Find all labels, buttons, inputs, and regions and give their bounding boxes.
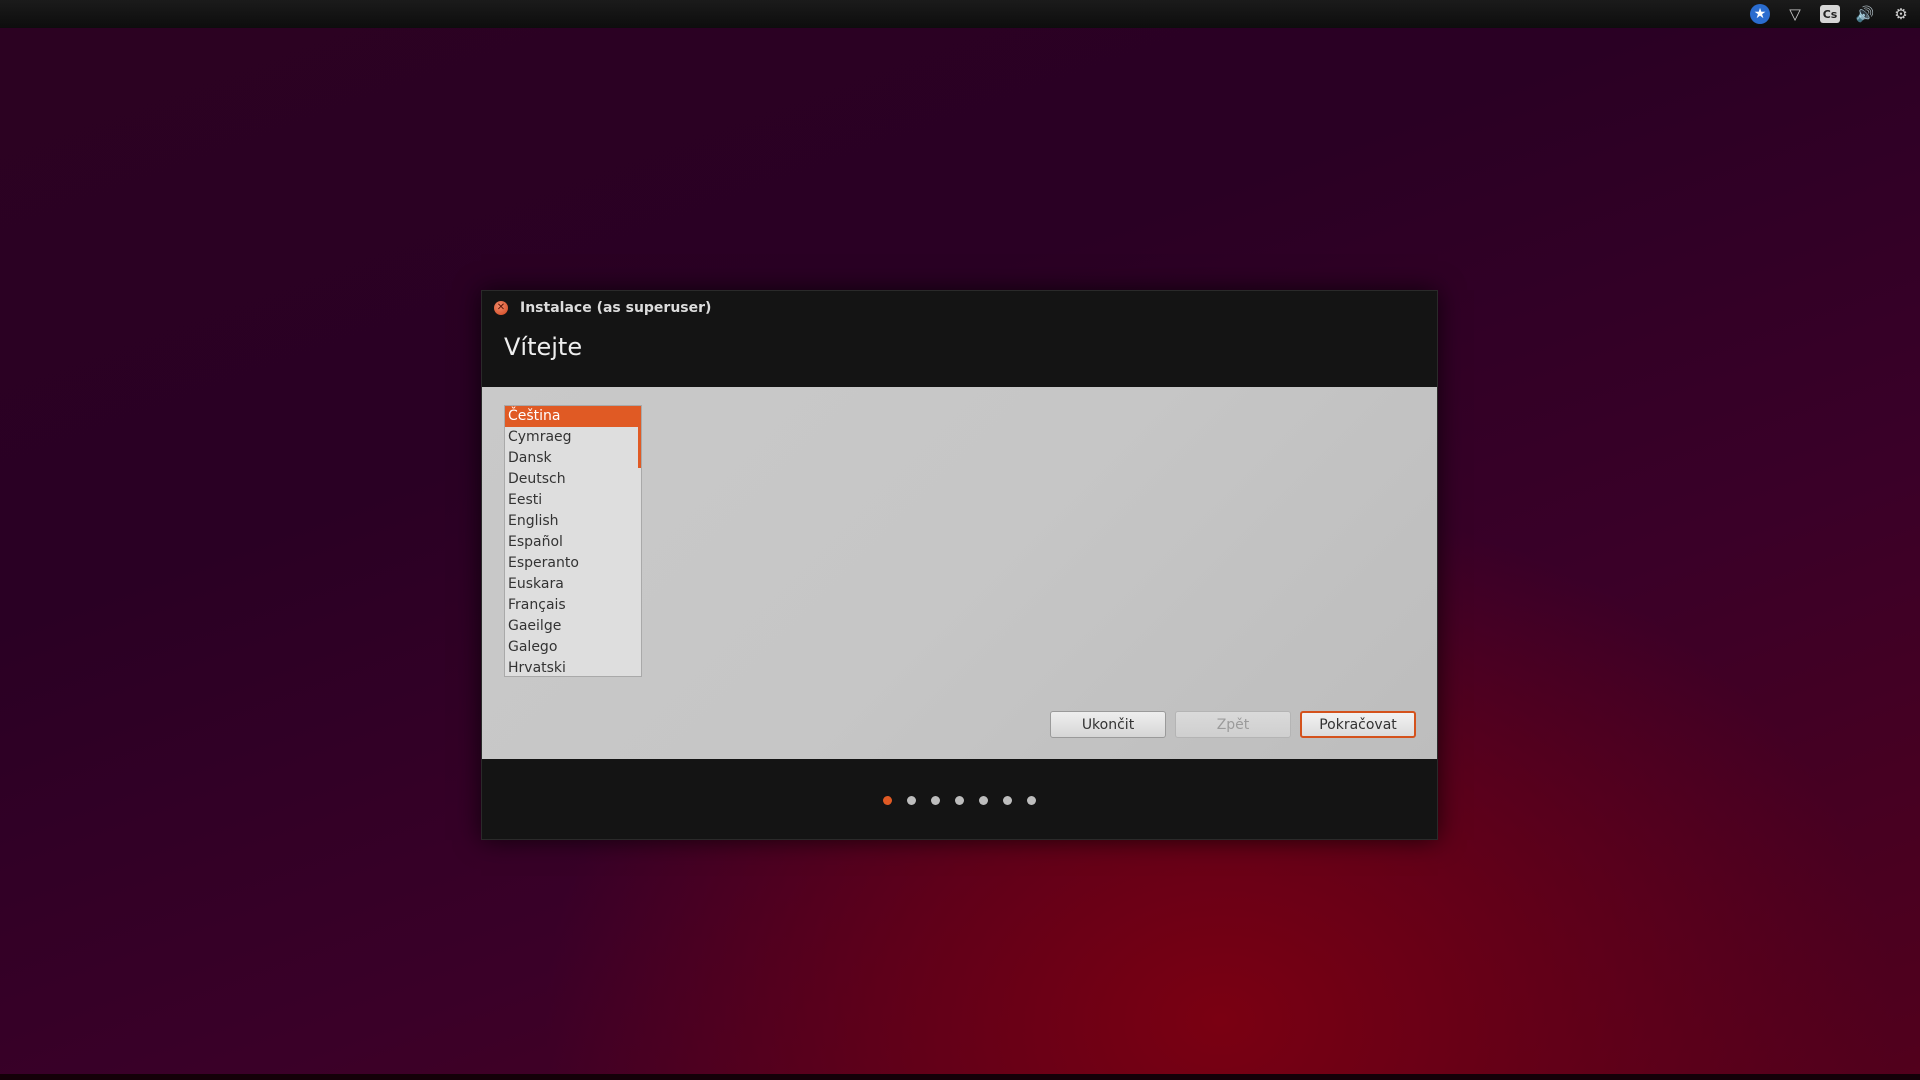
window-titlebar: ✕ Instalace (as superuser): [482, 291, 1437, 325]
progress-dot: [955, 796, 964, 805]
language-item[interactable]: Cymraeg: [505, 427, 641, 448]
language-item[interactable]: Gaeilge: [505, 616, 641, 637]
installer-window: ✕ Instalace (as superuser) Vítejte Češti…: [481, 290, 1438, 840]
window-title: Instalace (as superuser): [520, 300, 712, 316]
language-item[interactable]: Hrvatski: [505, 658, 641, 676]
language-item[interactable]: Euskara: [505, 574, 641, 595]
progress-dot: [931, 796, 940, 805]
language-item[interactable]: Français: [505, 595, 641, 616]
list-scrollbar[interactable]: [638, 406, 641, 468]
page-title: Vítejte: [504, 333, 583, 361]
volume-icon[interactable]: 🔊: [1854, 3, 1876, 25]
language-list[interactable]: Čeština Cymraeg Dansk Deutsch Eesti English Es…: [504, 405, 642, 677]
language-item[interactable]: Čeština: [505, 406, 641, 427]
progress-dot: [883, 796, 892, 805]
language-item[interactable]: Eesti: [505, 490, 641, 511]
progress-indicator: [482, 796, 1437, 805]
language-item[interactable]: English: [505, 511, 641, 532]
back-button[interactable]: Zpět: [1175, 711, 1291, 738]
language-item[interactable]: Dansk: [505, 448, 641, 469]
top-panel: ★ ▽ Cs 🔊 ⚙: [0, 0, 1920, 28]
language-item[interactable]: Esperanto: [505, 553, 641, 574]
content-area: Čeština Cymraeg Dansk Deutsch Eesti English Es…: [482, 387, 1437, 759]
progress-dot: [1003, 796, 1012, 805]
language-item[interactable]: Deutsch: [505, 469, 641, 490]
language-item[interactable]: Español: [505, 532, 641, 553]
progress-dot: [979, 796, 988, 805]
close-icon[interactable]: ✕: [494, 301, 508, 315]
progress-dot: [907, 796, 916, 805]
network-icon[interactable]: ▽: [1784, 3, 1806, 25]
accessibility-icon[interactable]: ★: [1750, 4, 1770, 24]
quit-button[interactable]: Ukončit: [1050, 711, 1166, 738]
language-item[interactable]: Galego: [505, 637, 641, 658]
bottom-edge: [0, 1074, 1920, 1080]
continue-button[interactable]: Pokračovat: [1300, 711, 1416, 738]
keyboard-layout-icon[interactable]: Cs: [1820, 5, 1840, 23]
progress-dot: [1027, 796, 1036, 805]
settings-icon[interactable]: ⚙: [1890, 3, 1912, 25]
